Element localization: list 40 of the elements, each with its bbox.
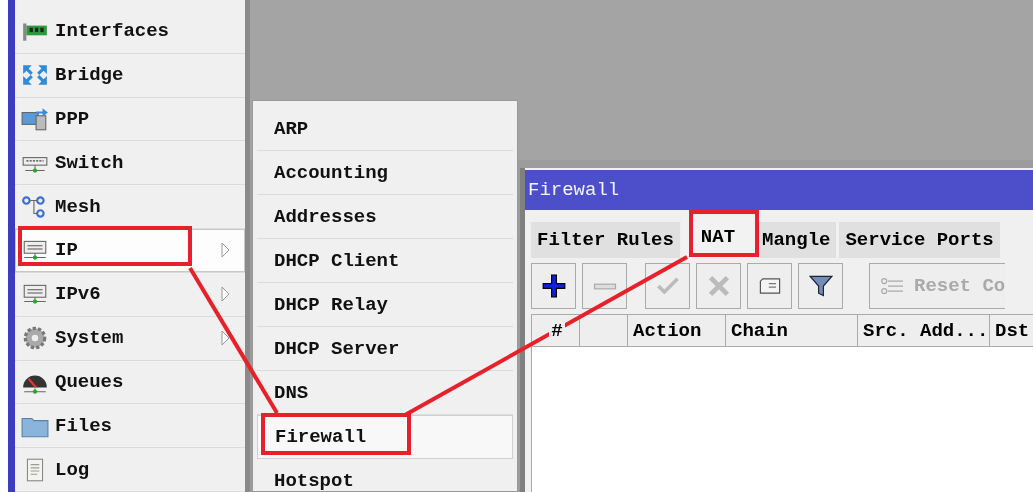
- tab[interactable]: Filter Rules: [531, 222, 680, 258]
- menu-item[interactable]: Firewall: [257, 415, 513, 459]
- menu-item[interactable]: Switch: [15, 141, 245, 186]
- menu-item[interactable]: ARP: [257, 107, 513, 151]
- cross-icon: [706, 274, 731, 298]
- menu-item[interactable]: Addresses: [257, 195, 513, 239]
- menu-item[interactable]: PPP: [15, 97, 245, 142]
- menu-item[interactable]: Bridge: [15, 53, 245, 98]
- ipv6-icon: [21, 282, 49, 307]
- menu-item[interactable]: DHCP Relay: [257, 283, 513, 327]
- tab[interactable]: Service Ports: [839, 222, 1000, 258]
- menu-item[interactable]: DHCP Server: [257, 327, 513, 371]
- menu-item[interactable]: Accounting: [257, 151, 513, 195]
- menu-item[interactable]: Log: [15, 448, 245, 492]
- list-icon: [880, 276, 906, 296]
- highlight-box: [689, 210, 759, 257]
- filter-icon: [808, 274, 833, 298]
- menu-item[interactable]: System: [15, 316, 245, 361]
- comment-button[interactable]: [747, 263, 792, 309]
- column-header[interactable]: #: [531, 315, 579, 347]
- filter-button[interactable]: [798, 263, 843, 309]
- menu-item[interactable]: Hotspot: [257, 459, 513, 491]
- add-button[interactable]: [531, 263, 576, 309]
- tab[interactable]: Mangle: [756, 222, 837, 258]
- gear-icon: [21, 326, 49, 351]
- menu-item[interactable]: DHCP Client: [257, 239, 513, 283]
- menu-item[interactable]: Queues: [15, 360, 245, 405]
- arrows-icon: [21, 63, 49, 88]
- window-title: Firewall: [525, 170, 1033, 210]
- column-header[interactable]: Action: [627, 315, 725, 347]
- menu-item[interactable]: Files: [15, 404, 245, 449]
- minus-icon: [592, 282, 617, 290]
- column-header[interactable]: Dst: [989, 315, 1033, 347]
- ip-icon: [21, 238, 49, 263]
- column-header[interactable]: Src. Add...: [857, 315, 989, 347]
- menu-item[interactable]: IPv6: [15, 272, 245, 317]
- menu-item[interactable]: Interfaces: [15, 10, 245, 54]
- computer-icon: [21, 107, 49, 132]
- plus-icon: [541, 274, 566, 298]
- column-header[interactable]: Chain: [725, 315, 857, 347]
